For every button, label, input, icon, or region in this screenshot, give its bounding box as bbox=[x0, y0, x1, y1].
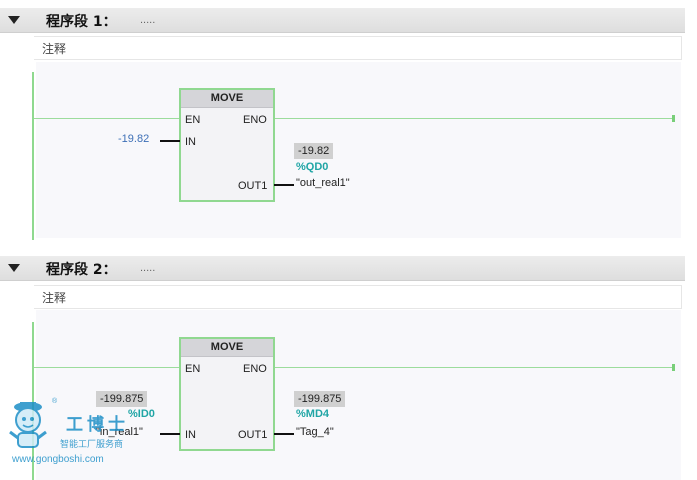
network-1-left-power-rail bbox=[32, 72, 34, 240]
pin-in: IN bbox=[185, 429, 196, 441]
pin-in: IN bbox=[185, 136, 196, 148]
watermark-url: www.gongboshi.com bbox=[12, 454, 104, 465]
network-2-rung-end bbox=[672, 364, 675, 371]
move-block-title: MOVE bbox=[181, 90, 273, 108]
network-1-ladder-area[interactable] bbox=[36, 62, 681, 238]
network-1-comment-label: 注释 bbox=[42, 42, 67, 56]
network-1-in-wire bbox=[160, 140, 180, 142]
collapse-caret-icon[interactable] bbox=[8, 264, 20, 272]
network-2-move-block[interactable]: MOVE EN ENO IN OUT1 bbox=[179, 337, 275, 451]
pin-out1: OUT1 bbox=[238, 180, 268, 192]
network-2-out-wire bbox=[274, 433, 294, 435]
registered-mark: ® bbox=[52, 398, 58, 405]
network-2-rung-left bbox=[34, 367, 180, 368]
collapse-caret-icon[interactable] bbox=[8, 16, 20, 24]
network-2-title-placeholder[interactable]: ..... bbox=[140, 262, 155, 274]
move-block-title: MOVE bbox=[181, 339, 273, 357]
network-2-out-address[interactable]: %MD4 bbox=[296, 408, 329, 420]
network-1-out-monitor-value: -19.82 bbox=[294, 143, 334, 159]
network-2-comment-label: 注释 bbox=[42, 291, 67, 305]
network-2-title: 程序段 2： bbox=[46, 262, 117, 278]
network-1-out-wire bbox=[274, 184, 294, 186]
network-1-comment-field[interactable]: 注释 bbox=[34, 36, 682, 60]
pin-eno: ENO bbox=[243, 363, 267, 375]
gongboshi-watermark: ® 工博士 智能工厂服务商 www.gongboshi.com bbox=[6, 398, 156, 468]
network-1-out-tag[interactable]: "out_real1" bbox=[296, 177, 350, 189]
network-1-title-placeholder[interactable]: ..... bbox=[140, 14, 155, 26]
network-1-title: 程序段 1： bbox=[46, 14, 117, 30]
pin-out1: OUT1 bbox=[238, 429, 268, 441]
network-2-rung-right bbox=[274, 367, 672, 368]
network-2-out-tag[interactable]: "Tag_4" bbox=[296, 426, 334, 438]
network-2-comment-field[interactable]: 注释 bbox=[34, 285, 682, 309]
pin-eno: ENO bbox=[243, 114, 267, 126]
network-1-header[interactable]: 程序段 1： ..... bbox=[0, 8, 685, 33]
network-1-in-operand-value[interactable]: -19.82 bbox=[118, 133, 149, 145]
watermark-brand-name: 工博士 bbox=[66, 415, 129, 435]
network-2-out-monitor-value: -199.875 bbox=[294, 391, 346, 407]
network-1-move-block[interactable]: MOVE EN ENO IN OUT1 bbox=[179, 88, 275, 202]
network-2-in-wire bbox=[160, 433, 180, 435]
network-1-rung-right bbox=[274, 118, 672, 119]
network-1-rung-left bbox=[34, 118, 180, 119]
network-1-rung-end bbox=[672, 115, 675, 122]
robot-mascot-icon bbox=[9, 402, 47, 448]
pin-en: EN bbox=[185, 363, 201, 375]
network-2-header[interactable]: 程序段 2： ..... bbox=[0, 256, 685, 281]
network-1-out-address[interactable]: %QD0 bbox=[296, 161, 328, 173]
pin-en: EN bbox=[185, 114, 201, 126]
watermark-subtitle: 智能工厂服务商 bbox=[60, 440, 124, 450]
